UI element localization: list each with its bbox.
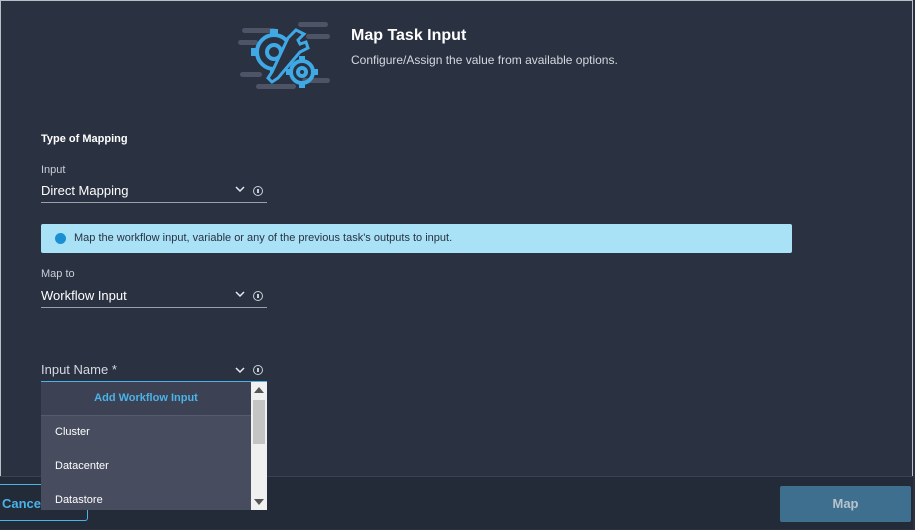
gear-wrench-icon [238,22,330,89]
map-to-select-value: Workflow Input [41,288,127,303]
add-workflow-input-button[interactable]: Add Workflow Input [41,382,251,416]
input-label: Input [41,164,66,176]
info-circle-icon [55,233,66,244]
chevron-down-icon [235,186,245,193]
info-icon[interactable] [253,291,263,301]
map-to-select[interactable]: Workflow Input [41,286,267,308]
map-to-label: Map to [41,268,75,280]
map-button[interactable]: Map [780,486,911,522]
input-name-select[interactable]: Input Name * [41,361,267,383]
dialog-subtitle: Configure/Assign the value from availabl… [351,53,618,67]
input-name-placeholder: Input Name * [41,362,117,377]
scrollbar-thumb[interactable] [253,400,265,444]
map-button-label: Map [832,496,859,511]
add-workflow-input-label: Add Workflow Input [94,392,198,404]
banner-text: Map the workflow input, variable or any … [74,232,453,244]
input-select[interactable]: Direct Mapping [41,181,267,203]
info-banner: Map the workflow input, variable or any … [41,224,792,253]
dropdown-option-datacenter[interactable]: Datacenter [41,450,251,483]
dropdown-scrollbar[interactable] [251,382,267,510]
dropdown-option-cluster[interactable]: Cluster [41,416,251,449]
dropdown-option-label: Cluster [55,426,90,438]
info-icon[interactable] [253,365,263,375]
cancel-button-label: Cancel [2,496,45,511]
scroll-up-arrow-icon[interactable] [254,387,264,393]
input-select-value: Direct Mapping [41,183,129,198]
input-name-dropdown: Add Workflow Input Cluster Datacenter Da… [41,382,267,510]
dropdown-option-label: Datacenter [55,460,109,472]
chevron-down-icon [235,367,245,374]
dropdown-option-label: Datastore [55,494,103,506]
dropdown-option-datastore[interactable]: Datastore [41,484,251,510]
dialog-title: Map Task Input [351,27,467,44]
info-icon[interactable] [253,186,263,196]
chevron-down-icon [235,291,245,298]
scroll-down-arrow-icon[interactable] [254,499,264,505]
section-title: Type of Mapping [41,133,128,145]
